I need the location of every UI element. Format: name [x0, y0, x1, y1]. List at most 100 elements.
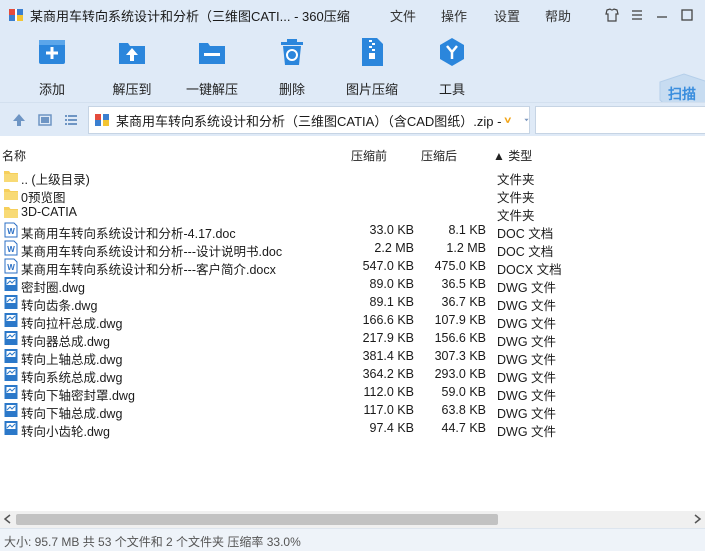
- file-packed-size: 44.7 KB: [441, 421, 486, 435]
- file-size: 112.0 KB: [363, 385, 414, 399]
- title-bar: 某商用车转向系统设计和分析（三维图CATI... - 360压缩: [0, 0, 705, 30]
- word-doc-icon: W: [4, 222, 18, 238]
- one-click-extract-button[interactable]: 一键解压: [177, 36, 247, 98]
- tools-label: 工具: [438, 82, 465, 97]
- file-row[interactable]: W 某商用车转向系统设计和分析---客户简介.docx 547.0 KB 475.0 …: [0, 257, 705, 277]
- column-name[interactable]: 名称: [2, 147, 26, 164]
- file-size: 97.4 KB: [369, 421, 414, 435]
- file-packed-size: 307.3 KB: [434, 349, 486, 363]
- folder-icon: [4, 168, 18, 184]
- file-row[interactable]: 转向上轴总成.dwg 381.4 KB 307.3 KB DWG 文件: [0, 347, 705, 367]
- file-row[interactable]: 转向小齿轮.dwg 97.4 KB 44.7 KB DWG 文件: [0, 419, 705, 439]
- file-packed-size: 36.5 KB: [441, 277, 486, 291]
- dwg-file-icon: [4, 312, 18, 328]
- address-bar: 某商用车转向系统设计和分析（三维图CATIA）（含CAD图纸）.zip -: [0, 102, 705, 136]
- file-row[interactable]: 转向齿条.dwg 89.1 KB 36.7 KB DWG 文件: [0, 293, 705, 313]
- list-view-icon[interactable]: [63, 112, 79, 128]
- tools-button[interactable]: 工具: [417, 36, 487, 98]
- file-list: .. (上级目录) 文件夹 0预览图 文件夹 3D-CATIA 文件夹 W 某商用车转向系统设…: [0, 167, 705, 439]
- file-row[interactable]: .. (上级目录) 文件夹: [0, 167, 705, 187]
- file-row[interactable]: 密封圈.dwg 89.0 KB 36.5 KB DWG 文件: [0, 275, 705, 295]
- file-packed-size: 107.9 KB: [434, 313, 486, 327]
- horizontal-scrollbar[interactable]: [0, 511, 705, 528]
- folder-icon: [4, 186, 18, 202]
- svg-text:W: W: [7, 227, 15, 236]
- scroll-left-icon[interactable]: [3, 514, 13, 524]
- recycle-delete-icon: [281, 39, 303, 65]
- window-title: 某商用车转向系统设计和分析（三维图CATI... - 360压缩: [30, 8, 350, 24]
- toolbar: 添加 解压到 一键解压 删除 图片压缩 工具 扫描: [0, 30, 705, 115]
- extract-folder-icon: [119, 43, 145, 64]
- status-bar: 大小: 95.7 MB 共 53 个文件和 2 个文件夹 压缩率 33.0%: [0, 528, 705, 551]
- svg-text:W: W: [7, 245, 15, 254]
- file-size: 547.0 KB: [362, 259, 414, 273]
- folder-icon: [4, 204, 18, 220]
- skin-icon[interactable]: [602, 5, 622, 25]
- file-size: 217.9 KB: [362, 331, 414, 345]
- column-type[interactable]: ▲ 类型: [493, 147, 532, 164]
- dwg-file-icon: [4, 330, 18, 346]
- file-row[interactable]: 转向下轴密封罩.dwg 112.0 KB 59.0 KB DWG 文件: [0, 383, 705, 403]
- menu-operate[interactable]: 操作: [441, 0, 467, 30]
- menu-settings[interactable]: 设置: [494, 0, 520, 30]
- file-size: 381.4 KB: [362, 349, 414, 363]
- file-row[interactable]: 转向拉杆总成.dwg 166.6 KB 107.9 KB DWG 文件: [0, 311, 705, 331]
- file-name: 转向小齿轮.dwg: [21, 425, 110, 439]
- archive-file-icon: [95, 114, 109, 126]
- file-size: 117.0 KB: [363, 403, 414, 417]
- search-input[interactable]: [535, 106, 705, 134]
- thumbnail-view-icon[interactable]: [37, 112, 53, 128]
- file-packed-size: 156.6 KB: [434, 331, 486, 345]
- column-packed[interactable]: 压缩后: [421, 147, 457, 164]
- maximize-icon[interactable]: [677, 5, 697, 25]
- path-field[interactable]: 某商用车转向系统设计和分析（三维图CATIA）（含CAD图纸）.zip -: [88, 106, 530, 134]
- archive-logo-icon: [9, 9, 23, 21]
- menu-file[interactable]: 文件: [390, 0, 416, 30]
- file-packed-size: 8.1 KB: [448, 223, 486, 237]
- scrollbar-thumb[interactable]: [16, 514, 498, 525]
- word-doc-icon: W: [4, 240, 18, 256]
- file-row[interactable]: 转向系统总成.dwg 364.2 KB 293.0 KB DWG 文件: [0, 365, 705, 385]
- dwg-file-icon: [4, 402, 18, 418]
- file-size: 89.0 KB: [369, 277, 414, 291]
- file-size: 166.6 KB: [362, 313, 414, 327]
- file-name: 3D-CATIA: [21, 205, 78, 219]
- up-arrow-icon[interactable]: [11, 112, 27, 128]
- dwg-file-icon: [4, 384, 18, 400]
- file-row[interactable]: W 某商用车转向系统设计和分析-4.17.doc 33.0 KB 8.1 KB DOC …: [0, 221, 705, 241]
- extract-to-label: 解压到: [112, 82, 152, 97]
- file-row[interactable]: 转向器总成.dwg 217.9 KB 156.6 KB DWG 文件: [0, 329, 705, 349]
- file-row[interactable]: 转向下轴总成.dwg 117.0 KB 63.8 KB DWG 文件: [0, 401, 705, 421]
- minimize-icon[interactable]: [652, 5, 672, 25]
- dwg-file-icon: [4, 348, 18, 364]
- zip-file-icon: [362, 38, 383, 66]
- menu-help[interactable]: 帮助: [545, 0, 571, 30]
- image-compress-label: 图片压缩: [345, 82, 398, 97]
- file-row[interactable]: 3D-CATIA 文件夹: [0, 203, 705, 223]
- add-label: 添加: [38, 82, 65, 97]
- column-size[interactable]: 压缩前: [351, 147, 387, 164]
- status-text: 大小: 95.7 MB 共 53 个文件和 2 个文件夹 压缩率 33.0%: [4, 535, 301, 549]
- dwg-file-icon: [4, 420, 18, 436]
- dropdown-menu-icon[interactable]: [627, 5, 647, 25]
- column-header: 名称 压缩前 压缩后 ▲ 类型: [0, 143, 705, 165]
- file-row[interactable]: 0预览图 文件夹: [0, 185, 705, 205]
- dwg-file-icon: [4, 276, 18, 292]
- file-size: 89.1 KB: [369, 295, 414, 309]
- file-row[interactable]: W 某商用车转向系统设计和分析---设计说明书.doc 2.2 MB 1.2 MB DO…: [0, 239, 705, 259]
- word-doc-icon: W: [4, 258, 18, 274]
- one-click-extract-label: 一键解压: [185, 82, 238, 97]
- scroll-right-icon[interactable]: [692, 514, 702, 524]
- file-size: 2.2 MB: [374, 241, 414, 255]
- file-packed-size: 293.0 KB: [434, 367, 486, 381]
- add-button[interactable]: 添加: [17, 36, 87, 98]
- security-v-icon[interactable]: [504, 112, 512, 128]
- file-packed-size: 36.7 KB: [441, 295, 486, 309]
- path-dropdown-icon[interactable]: [524, 115, 529, 125]
- extract-to-button[interactable]: 解压到: [97, 36, 167, 98]
- one-click-extract-icon: [199, 43, 225, 64]
- delete-button[interactable]: 删除: [257, 36, 327, 98]
- image-compress-button[interactable]: 图片压缩: [337, 36, 407, 98]
- delete-label: 删除: [278, 82, 305, 97]
- file-size: 33.0 KB: [369, 223, 414, 237]
